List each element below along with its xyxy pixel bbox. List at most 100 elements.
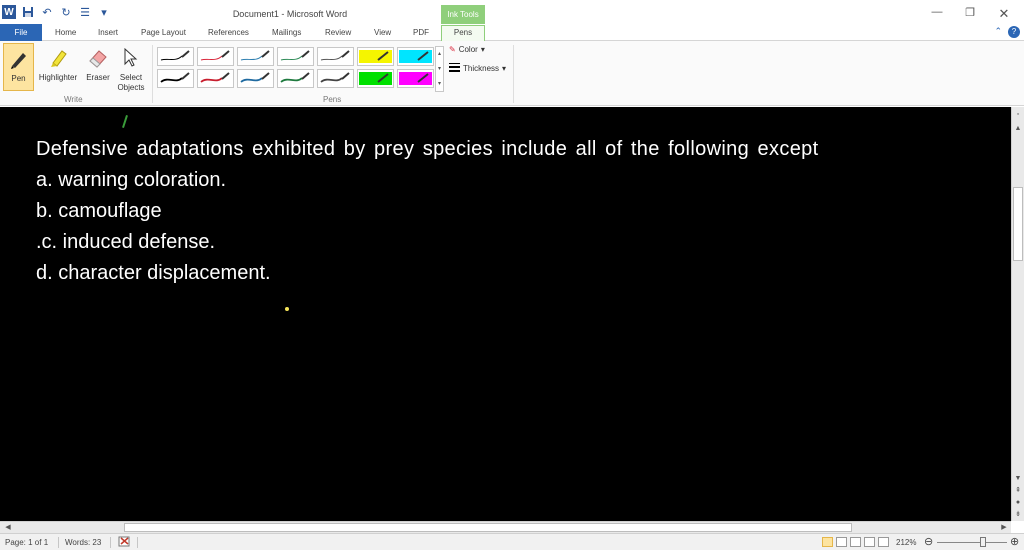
- help-icon[interactable]: ?: [1008, 26, 1020, 38]
- tab-review[interactable]: Review: [325, 26, 351, 41]
- document-canvas[interactable]: Defensive adaptations exhibited by prey …: [0, 107, 1011, 521]
- gallery-scroll[interactable]: ▴ ▾ ▾: [435, 46, 444, 92]
- document-body[interactable]: Defensive adaptations exhibited by prey …: [36, 134, 819, 289]
- select-objects-button[interactable]: Select Objects: [114, 43, 148, 92]
- horizontal-scroll-thumb[interactable]: [124, 523, 852, 532]
- thickness-label: Thickness: [463, 64, 500, 73]
- thickness-dropdown-icon: ▾: [502, 64, 507, 73]
- tab-view[interactable]: View: [374, 26, 391, 41]
- pen-style-swatch[interactable]: [397, 47, 434, 66]
- pen-icon: [4, 44, 33, 74]
- thickness-icon: [449, 63, 460, 74]
- pen-style-swatch[interactable]: [157, 47, 194, 66]
- marker-style-icon: [359, 50, 392, 63]
- proofing-icon[interactable]: [118, 536, 132, 550]
- zoom-slider-thumb[interactable]: [980, 537, 986, 547]
- pen-style-swatch[interactable]: [237, 47, 274, 66]
- option-c-line: .c. induced defense.: [36, 231, 216, 253]
- next-page-icon[interactable]: ⇟: [1012, 509, 1024, 521]
- browse-object-icon[interactable]: ●: [1012, 497, 1024, 509]
- gallery-down-icon[interactable]: ▾: [436, 62, 443, 77]
- page-count[interactable]: Page: 1 of 1: [5, 538, 48, 547]
- marker-style-icon: [399, 50, 432, 63]
- word-count[interactable]: Words: 23: [65, 538, 101, 547]
- zoom-in-icon[interactable]: ⊕: [1010, 535, 1019, 548]
- ink-tools-label: Ink Tools: [441, 5, 485, 24]
- option-a-line: a. warning coloration.: [36, 169, 227, 191]
- status-divider: [137, 537, 138, 548]
- print-layout-view-icon[interactable]: [822, 537, 833, 547]
- tab-pdf[interactable]: PDF: [413, 26, 429, 41]
- pen-style-swatch[interactable]: [277, 47, 314, 66]
- minimize-button[interactable]: —: [922, 6, 952, 24]
- pens-group-label: Pens: [323, 95, 342, 104]
- pen-style-icon: [280, 50, 310, 61]
- vertical-scrollbar[interactable]: ▫ ▲ ▼ ⇞ ● ⇟: [1011, 107, 1024, 521]
- color-label: Color: [458, 45, 478, 54]
- gallery-up-icon[interactable]: ▴: [436, 47, 443, 62]
- restore-button[interactable]: ❐: [955, 6, 985, 24]
- eraser-button[interactable]: Eraser: [84, 43, 112, 91]
- pen-style-swatch[interactable]: [197, 47, 234, 66]
- minimize-ribbon-icon[interactable]: ⌃: [994, 26, 1002, 38]
- tab-mailings[interactable]: Mailings: [272, 26, 301, 41]
- vertical-scroll-thumb[interactable]: [1013, 187, 1023, 261]
- pen-style-icon: [320, 72, 350, 83]
- highlighter-icon: [36, 43, 80, 73]
- tab-page-layout[interactable]: Page Layout: [141, 26, 186, 41]
- pen-style-swatch[interactable]: [157, 69, 194, 88]
- close-button[interactable]: ✕: [989, 6, 1019, 24]
- pen-style-swatch[interactable]: [197, 69, 234, 88]
- status-divider: [58, 537, 59, 548]
- ribbon-tabs: File Home Insert Page Layout References …: [0, 24, 1024, 42]
- question-line: Defensive adaptations exhibited by prey …: [36, 138, 819, 160]
- write-group-label: Write: [64, 95, 83, 104]
- pen-style-swatch[interactable]: [357, 69, 394, 88]
- pen-style-swatch[interactable]: [357, 47, 394, 66]
- pen-style-swatch[interactable]: [277, 69, 314, 88]
- pen-label: Pen: [11, 74, 26, 83]
- pen-style-swatch[interactable]: [317, 47, 354, 66]
- group-separator-end: [513, 45, 514, 103]
- gallery-more-icon[interactable]: ▾: [436, 77, 443, 91]
- pen-button[interactable]: Pen: [3, 43, 34, 91]
- tab-file[interactable]: File: [0, 24, 42, 41]
- pen-style-icon: [320, 50, 350, 61]
- outline-view-icon[interactable]: [864, 537, 875, 547]
- pen-color-icon: ✎: [449, 45, 456, 54]
- tab-pens[interactable]: Pens: [441, 25, 485, 42]
- pen-style-swatch[interactable]: [397, 69, 434, 88]
- eraser-label: Eraser: [86, 73, 110, 82]
- tab-references[interactable]: References: [208, 26, 249, 41]
- tab-home[interactable]: Home: [55, 26, 76, 41]
- draft-view-icon[interactable]: [878, 537, 889, 547]
- zoom-slider[interactable]: [937, 542, 1007, 543]
- pen-style-icon: [280, 72, 310, 83]
- pen-style-icon: [200, 72, 230, 83]
- scroll-up-icon[interactable]: ▲: [1012, 123, 1024, 135]
- scroll-down-icon[interactable]: ▼: [1012, 473, 1024, 485]
- help-area: ⌃ ?: [994, 26, 1020, 38]
- tab-insert[interactable]: Insert: [98, 26, 118, 41]
- thickness-button[interactable]: Thickness ▾: [449, 63, 506, 74]
- highlighter-label: Highlighter: [38, 73, 78, 82]
- scroll-right-icon[interactable]: ▶: [998, 522, 1010, 533]
- status-divider: [110, 537, 111, 548]
- web-layout-view-icon[interactable]: [850, 537, 861, 547]
- pen-style-icon: [200, 50, 230, 61]
- zoom-level[interactable]: 212%: [896, 538, 916, 547]
- pen-style-swatch[interactable]: [237, 69, 274, 88]
- highlighter-button[interactable]: Highlighter: [36, 43, 80, 91]
- zoom-out-icon[interactable]: ⊖: [924, 535, 933, 548]
- horizontal-scrollbar[interactable]: ◀ ▶: [0, 521, 1011, 533]
- color-button[interactable]: ✎ Color ▾: [449, 45, 485, 54]
- color-dropdown-icon: ▾: [480, 45, 485, 54]
- ruler-toggle-icon[interactable]: ▫: [1012, 109, 1024, 121]
- cursor-arrow-icon: [114, 43, 148, 73]
- scroll-left-icon[interactable]: ◀: [2, 522, 14, 533]
- previous-page-icon[interactable]: ⇞: [1012, 485, 1024, 497]
- full-screen-reading-view-icon[interactable]: [836, 537, 847, 547]
- option-d-line: d. character displacement.: [36, 262, 271, 284]
- window-title: Document1 - Microsoft Word: [232, 9, 348, 19]
- pen-style-swatch[interactable]: [317, 69, 354, 88]
